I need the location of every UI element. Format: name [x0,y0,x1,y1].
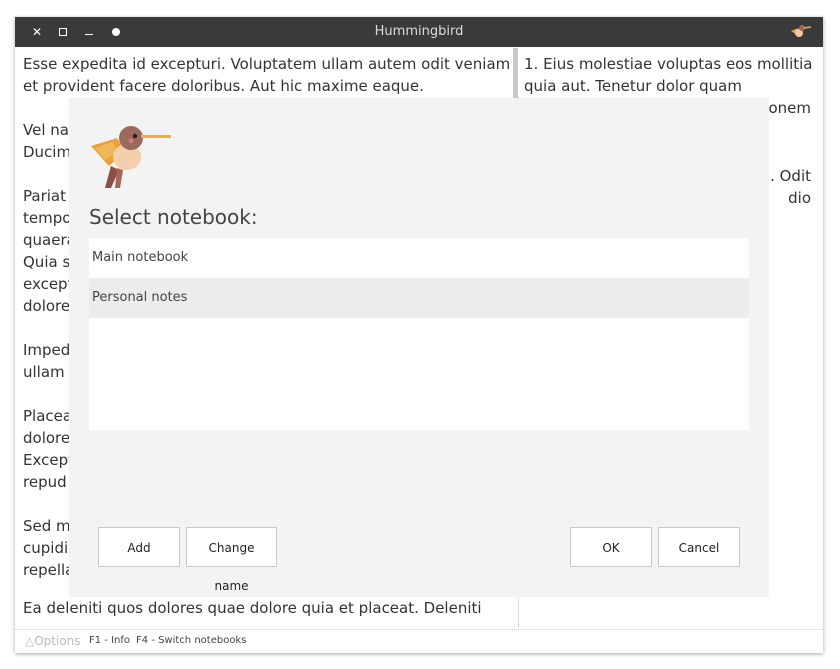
window-title: Hummingbird [374,24,464,39]
dialog-title: Select notebook: [89,205,258,229]
options-button[interactable]: △Options [25,634,81,648]
editor-bottom-line: Ea deleniti quos dolores quae dolore qui… [23,599,482,617]
hummingbird-logo [91,126,171,188]
titlebar: ✕ Hummingbird [15,17,823,47]
notebook-label: Personal notes [92,290,188,305]
list-item[interactable]: Personal notes [89,278,749,318]
ok-button[interactable]: OK [570,527,652,567]
hint-f4: F4 - Switch notebooks [136,635,247,646]
statusbar: △Options F1 - Info F4 - Switch notebooks [15,629,823,653]
scrollbar[interactable] [513,48,518,98]
paragraph: 1. Eius molestiae voluptas eos mollitia … [524,55,818,95]
paragraph: Esse expedita id excepturi. Voluptatem u… [23,55,511,95]
notebook-list[interactable]: Main notebook Personal notes [89,238,749,430]
list-item[interactable]: Main notebook [89,238,749,278]
notebook-label: Main notebook [92,250,189,265]
hint-f1: F1 - Info [89,635,131,646]
select-notebook-dialog: Select notebook: Main notebook Personal … [69,98,769,597]
paragraph: . Odit dio [770,167,811,207]
cancel-button[interactable]: Cancel [658,527,740,567]
add-button[interactable]: Add [98,527,180,567]
hummingbird-icon [791,25,811,37]
change-name-button[interactable]: Change name [186,527,277,593]
